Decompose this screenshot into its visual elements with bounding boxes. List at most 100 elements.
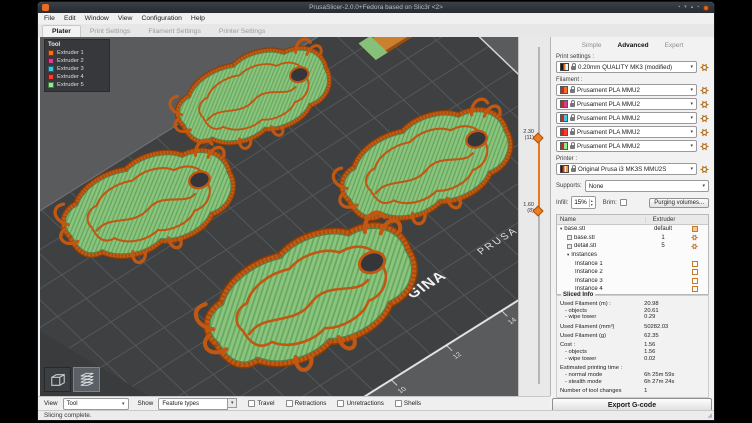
preview-layers-button[interactable] [73, 367, 100, 392]
tab-plater[interactable]: Plater [42, 25, 81, 37]
brim-checkbox[interactable] [620, 199, 627, 206]
shade-icon[interactable] [684, 5, 687, 10]
printer-label: Printer : [556, 156, 709, 162]
legend-extruder-1: Extruder 1 [48, 50, 106, 56]
extruder-1-color [48, 50, 54, 56]
chevron-down-icon [690, 143, 693, 149]
print-settings-label: Print settings : [556, 54, 709, 60]
mode-tab-advanced[interactable]: Advanced [618, 42, 649, 49]
print-settings-gear-icon[interactable] [700, 63, 709, 72]
editor-view-button[interactable] [44, 367, 71, 392]
filament-combo-2[interactable]: Prusament PLA MMU2 [556, 98, 697, 110]
title-bar[interactable]: PrusaSlicer-2.0.0+Fedora based on Slic3r… [38, 2, 714, 13]
tab-printer-settings[interactable]: Printer Settings [210, 26, 274, 37]
part-gear-icon[interactable] [691, 243, 698, 250]
filament-5-gear-icon[interactable] [700, 142, 709, 151]
lock-icon [571, 168, 576, 172]
extruder-5-color [48, 82, 54, 88]
mode-tab-expert[interactable]: Expert [665, 42, 684, 49]
window-controls [678, 5, 709, 11]
sliced-info-row: Estimated printing time : [560, 365, 705, 372]
filament-4-gear-icon[interactable] [700, 128, 709, 137]
menu-file[interactable]: File [44, 15, 55, 22]
travel-checkbox[interactable] [248, 400, 255, 407]
retractions-checkbox-row: Retractions [286, 400, 327, 407]
tray-icon[interactable] [678, 5, 680, 10]
sliced-info-row: Cost :1.56 [560, 342, 705, 349]
printer-profile-icon [560, 165, 569, 173]
filament-combo-1[interactable]: Prusament PLA MMU2 [556, 84, 697, 96]
instance-icon[interactable] [692, 278, 698, 284]
sliced-info-row: - stealth mode6h 27m 24s [560, 379, 705, 386]
filament-combo-4[interactable]: Prusament PLA MMU2 [556, 126, 697, 138]
stepper-arrows-icon[interactable]: ▴▾ [589, 199, 593, 207]
chevron-down-icon [690, 166, 693, 172]
extruder-2-color [48, 58, 54, 64]
prusaslicer-window: PrusaSlicer-2.0.0+Fedora based on Slic3r… [38, 2, 714, 420]
menu-configuration[interactable]: Configuration [141, 15, 181, 22]
layer-slider-bottom-handle[interactable] [532, 205, 543, 216]
chevron-down-icon [690, 64, 693, 70]
print-settings-combo[interactable]: 0.20mm QUALITY MK3 (modified) [556, 61, 697, 73]
part-row-detail[interactable]: detail.stl 5 [557, 242, 708, 251]
travel-checkbox-row: Travel [248, 400, 274, 407]
preview-canvas[interactable]: 8 10 12 14 16 18 GINA PRUSA [40, 37, 518, 396]
mode-tab-simple[interactable]: Simple [582, 42, 602, 49]
infill-spinner[interactable]: 15% ▴▾ [571, 196, 595, 209]
sliced-info-row: - normal mode6h 25m 59s [560, 372, 705, 379]
tab-print-settings[interactable]: Print Settings [81, 26, 139, 37]
filament-combo-3[interactable]: Prusament PLA MMU2 [556, 112, 697, 124]
show-combo-drop-button[interactable] [228, 398, 237, 408]
chevron-down-icon [702, 183, 705, 189]
filament-1-gear-icon[interactable] [700, 86, 709, 95]
instances-group-row[interactable]: Instances [557, 251, 708, 260]
window-title: PrusaSlicer-2.0.0+Fedora based on Slic3r… [38, 4, 714, 11]
lock-icon [570, 145, 575, 149]
object-row-base[interactable]: base.stl default [557, 225, 708, 234]
menu-window[interactable]: Window [85, 15, 109, 22]
filament-combo-5[interactable]: Prusament PLA MMU2 [556, 140, 697, 152]
sliced-info-title: Sliced Info [561, 292, 595, 298]
object-settings-icon[interactable] [692, 226, 698, 232]
layer-slider-gutter: 2.30 (11) 1.60 (8) [518, 37, 550, 396]
instance-icon[interactable] [692, 286, 698, 292]
chevron-down-icon [122, 401, 125, 407]
layer-slider-top-label: 2.30 (11) [523, 129, 534, 142]
instance-row-1[interactable]: Instance 1 [557, 259, 708, 268]
minimize-icon[interactable] [697, 5, 699, 10]
legend-extruder-3: Extruder 3 [48, 66, 106, 72]
resize-grip-icon[interactable] [707, 412, 712, 419]
show-combo[interactable]: Feature types [158, 398, 228, 410]
filament-3-gear-icon[interactable] [700, 114, 709, 123]
chevron-down-icon [690, 115, 693, 121]
menu-view[interactable]: View [118, 15, 133, 22]
menu-help[interactable]: Help [191, 15, 205, 22]
part-gear-icon[interactable] [691, 234, 698, 241]
purging-volumes-button[interactable]: Purging volumes... [649, 198, 709, 208]
print-profile-icon [560, 63, 569, 71]
filament-2-gear-icon[interactable] [700, 100, 709, 109]
shells-checkbox-row: Shells [395, 400, 421, 407]
show-label: Show [138, 400, 154, 407]
retractions-checkbox[interactable] [286, 400, 293, 407]
unretractions-checkbox[interactable] [337, 400, 344, 407]
infill-label: Infill: [556, 200, 568, 206]
instance-icon[interactable] [692, 261, 698, 267]
maximize-icon[interactable] [691, 5, 694, 10]
part-row-base[interactable]: base.stl 1 [557, 234, 708, 243]
printer-combo[interactable]: Original Prusa i3 MK3S MMU2S [556, 163, 697, 175]
view-combo[interactable]: Tool [63, 398, 129, 410]
tab-filament-settings[interactable]: Filament Settings [139, 26, 210, 37]
close-icon[interactable] [703, 5, 709, 11]
instance-row-3[interactable]: Instance 3 [557, 277, 708, 286]
instance-icon[interactable] [692, 269, 698, 275]
layer-slider-top-handle[interactable] [532, 132, 543, 143]
supports-combo[interactable]: None [585, 180, 709, 192]
expander-icon[interactable] [560, 226, 562, 232]
sliced-info-row: Used Filament (mm³)50282.03 [560, 324, 705, 331]
shells-checkbox[interactable] [395, 400, 402, 407]
expander-icon[interactable] [567, 252, 569, 258]
instance-row-2[interactable]: Instance 2 [557, 268, 708, 277]
menu-edit[interactable]: Edit [64, 15, 76, 22]
printer-gear-icon[interactable] [700, 165, 709, 174]
